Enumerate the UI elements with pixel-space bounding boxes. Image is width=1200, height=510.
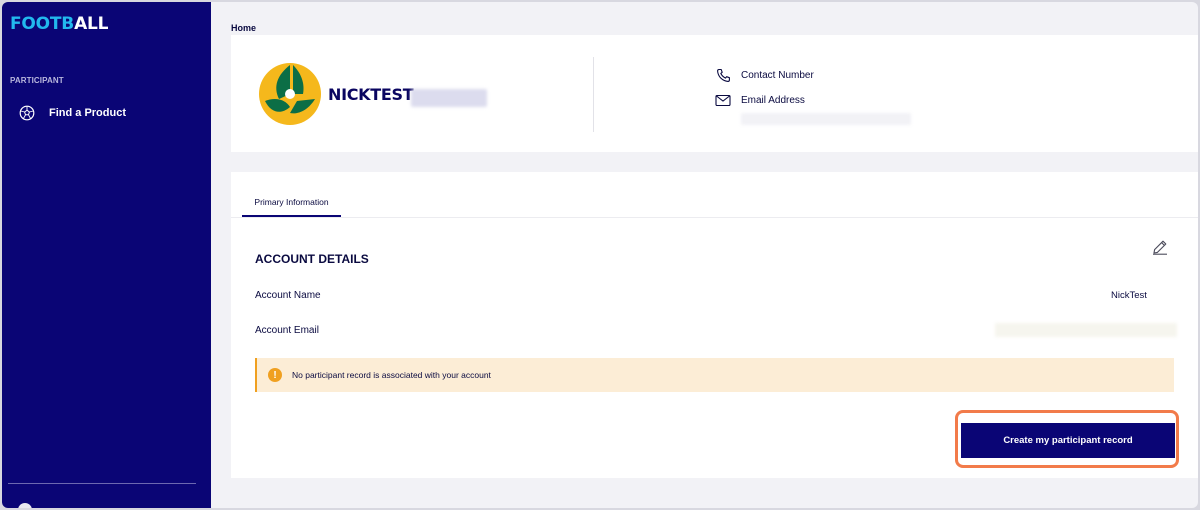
redacted-email-value [741,113,911,125]
no-participant-alert: ! No participant record is associated wi… [255,358,1174,392]
section-title: ACCOUNT DETAILS [255,252,369,266]
sidebar-item-find-a-product[interactable]: Find a Product [18,102,198,124]
account-details-card: Primary Information ACCOUNT DETAILS Acco… [231,172,1198,478]
account-name-value: NickTest [1111,290,1147,301]
redacted-club-suffix [411,89,487,107]
sidebar-item-label: Find a Product [49,107,126,119]
email-address-label: Email Address [741,94,805,106]
sidebar-section-label: PARTICIPANT [10,76,64,85]
redacted-account-email [995,323,1177,337]
soccer-ball-icon [18,104,36,122]
phone-icon [715,67,731,83]
edit-account-button[interactable] [1149,236,1171,258]
mail-icon [715,92,731,108]
user-avatar[interactable] [18,503,32,508]
create-participant-record-button[interactable]: Create my participant record [961,423,1175,458]
app-frame: FOOTBALL PARTICIPANT Find a Product Home [2,2,1198,508]
club-name: NICKTEST [328,85,414,104]
email-address-row: Email Address [715,92,805,108]
tab-primary-information[interactable]: Primary Information [242,189,341,217]
warning-icon: ! [268,368,282,382]
account-email-label: Account Email [255,325,319,336]
club-logo [257,61,323,127]
tab-bar-divider [231,217,1198,218]
header-divider [593,57,594,132]
alert-text: No participant record is associated with… [292,370,491,380]
logo-text-part1: FOOTB [10,14,75,34]
contact-number-label: Contact Number [741,69,814,81]
pencil-icon [1153,240,1167,255]
sidebar: FOOTBALL PARTICIPANT Find a Product [2,2,211,508]
app-logo[interactable]: FOOTBALL [10,14,109,34]
sidebar-divider [8,483,196,484]
contact-number-row: Contact Number [715,67,814,83]
logo-text-part2: ALL [74,14,109,34]
profile-header-card: NICKTEST Contact Number Email Address [231,35,1198,152]
account-name-label: Account Name [255,290,321,301]
breadcrumb[interactable]: Home [231,23,256,33]
